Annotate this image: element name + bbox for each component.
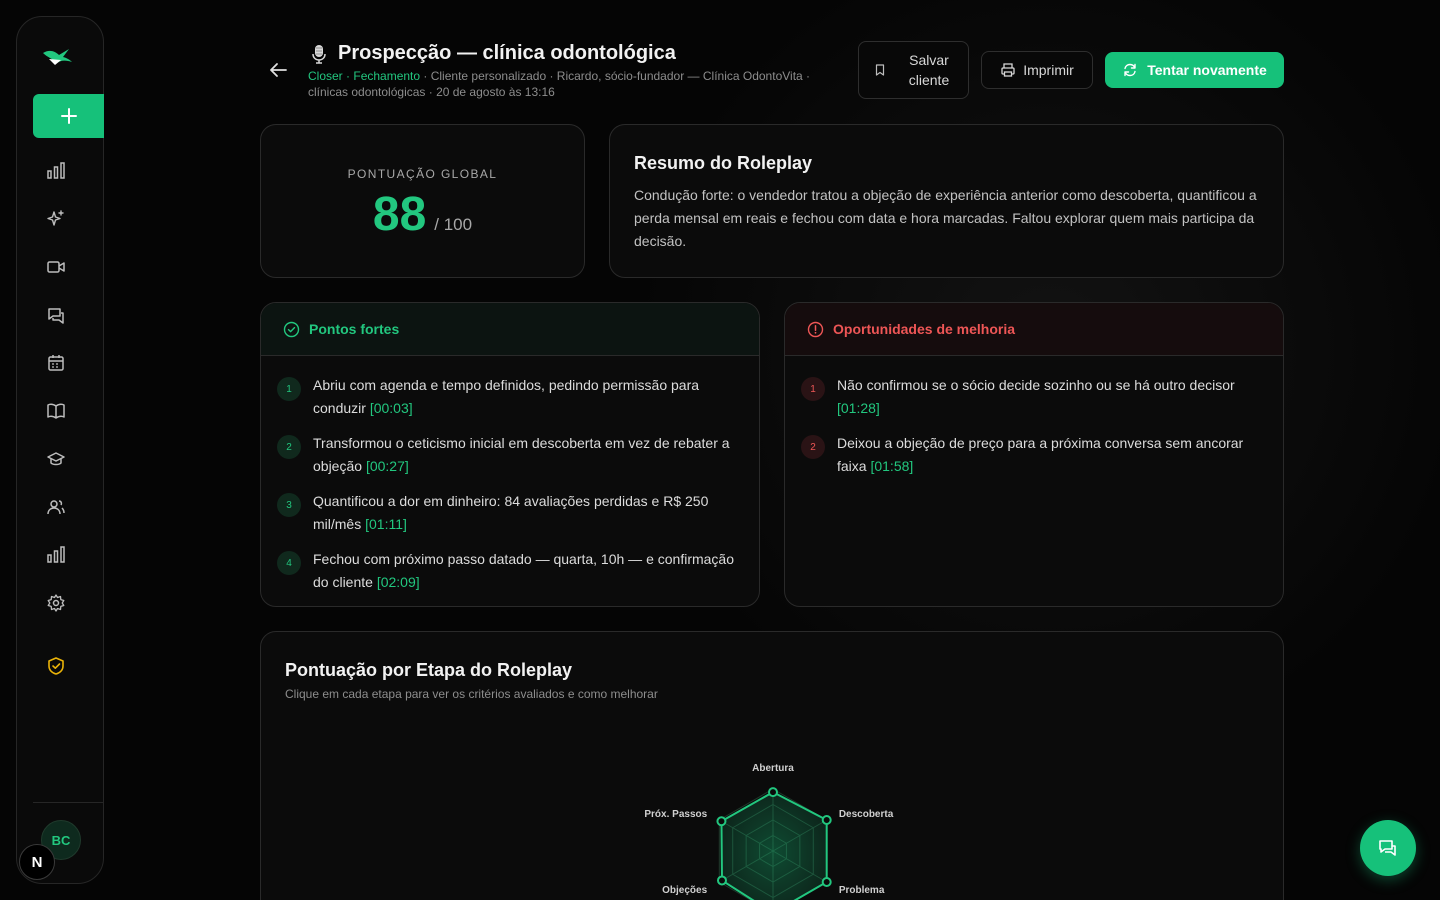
retry-label: Tentar novamente bbox=[1147, 62, 1267, 78]
radar-point-abertura[interactable] bbox=[768, 787, 778, 798]
sparkles-icon[interactable] bbox=[44, 207, 68, 231]
improvements-header: Oportunidades de melhoria bbox=[785, 303, 1283, 356]
save-client-button[interactable]: Salvar cliente bbox=[858, 41, 969, 99]
timestamp-link[interactable]: [01:58] bbox=[870, 458, 913, 474]
page-title: Prospecção — clínica odontológica bbox=[338, 42, 676, 64]
item-text: Fechou com próximo passo datado — quarta… bbox=[313, 548, 743, 594]
strengths-card: Pontos fortes 1 Abriu com agenda e tempo… bbox=[260, 302, 760, 607]
retry-button[interactable]: Tentar novamente bbox=[1105, 52, 1284, 88]
chat-bubble-icon bbox=[1379, 840, 1396, 856]
sidebar-divider bbox=[33, 802, 104, 803]
strengths-list: 1 Abriu com agenda e tempo definidos, pe… bbox=[261, 356, 759, 594]
improvements-card: Oportunidades de melhoria 1 Não confirmo… bbox=[784, 302, 1284, 607]
item-number: 3 bbox=[277, 493, 301, 517]
shield-check-icon[interactable] bbox=[44, 654, 68, 678]
item-number: 4 bbox=[277, 551, 301, 575]
timestamp-link[interactable]: [01:11] bbox=[365, 516, 407, 532]
radar-point-obje-es[interactable] bbox=[716, 875, 727, 886]
item-number: 2 bbox=[277, 435, 301, 459]
item-text: Quantificou a dor em dinheiro: 84 avalia… bbox=[313, 490, 743, 536]
timestamp-link[interactable]: [02:09] bbox=[377, 574, 420, 590]
list-item: 1 Não confirmou se o sócio decide sozinh… bbox=[801, 374, 1267, 420]
role-tag: Closer bbox=[308, 69, 343, 83]
plus-icon bbox=[60, 108, 77, 124]
global-score-max: / 100 bbox=[434, 215, 473, 234]
global-score-label: PONTUAÇÃO GLOBAL bbox=[347, 167, 498, 181]
timestamp-link[interactable]: [00:27] bbox=[366, 458, 409, 474]
radar-label-obje-es[interactable]: Objeções bbox=[662, 885, 707, 896]
improvements-list: 1 Não confirmou se o sócio decide sozinh… bbox=[785, 356, 1283, 478]
new-roleplay-button[interactable] bbox=[33, 94, 104, 138]
page-subtitle: Closer · Fechamento · Cliente personaliz… bbox=[308, 68, 848, 100]
dev-indicator-badge[interactable]: N bbox=[19, 844, 55, 880]
strengths-header: Pontos fortes bbox=[261, 303, 759, 356]
users-icon[interactable] bbox=[44, 495, 68, 519]
reports-icon[interactable] bbox=[44, 543, 68, 567]
radar-label-problema[interactable]: Problema bbox=[839, 885, 885, 896]
refresh-icon bbox=[1124, 63, 1136, 77]
summary-title: Resumo do Roleplay bbox=[634, 153, 813, 173]
alert-circle-icon bbox=[807, 321, 824, 337]
radar-point-descoberta[interactable] bbox=[821, 815, 832, 825]
item-text: Deixou a objeção de preço para a próxima… bbox=[837, 432, 1267, 478]
global-score-card: PONTUAÇÃO GLOBAL 88 / 100 bbox=[260, 124, 585, 278]
printer-icon bbox=[1001, 63, 1015, 77]
roleplay-summary-card: Resumo do Roleplay Condução forte: o ven… bbox=[609, 124, 1284, 278]
sidebar: BC N bbox=[16, 16, 104, 884]
settings-icon[interactable] bbox=[44, 591, 68, 615]
item-number: 2 bbox=[801, 435, 825, 459]
item-description: Não confirmou se o sócio decide sozinho … bbox=[837, 377, 1235, 393]
item-text: Abriu com agenda e tempo definidos, pedi… bbox=[313, 374, 743, 420]
check-circle-icon bbox=[283, 321, 300, 337]
list-item: 2 Deixou a objeção de preço para a próxi… bbox=[801, 432, 1267, 478]
global-score-value: 88 bbox=[372, 188, 427, 241]
item-number: 1 bbox=[801, 377, 825, 401]
graduation-cap-icon[interactable] bbox=[44, 447, 68, 471]
item-number: 1 bbox=[277, 377, 301, 401]
stage-score-card: Pontuação por Etapa do Roleplay Clique e… bbox=[260, 631, 1284, 900]
item-text: Transformou o ceticismo inicial em desco… bbox=[313, 432, 743, 478]
radar-point-pr-x-passos[interactable] bbox=[716, 816, 727, 827]
page-title-row: Prospecção — clínica odontológica bbox=[308, 42, 676, 65]
list-item: 4 Fechou com próximo passo datado — quar… bbox=[277, 548, 743, 594]
print-label: Imprimir bbox=[1023, 62, 1074, 78]
video-icon[interactable] bbox=[44, 255, 68, 279]
microphone-icon bbox=[308, 43, 330, 65]
logo-icon[interactable] bbox=[39, 43, 75, 71]
list-item: 3 Quantificou a dor em dinheiro: 84 aval… bbox=[277, 490, 743, 536]
radar-title: Pontuação por Etapa do Roleplay bbox=[285, 660, 573, 680]
radar-point-problema[interactable] bbox=[821, 877, 832, 887]
analytics-icon[interactable] bbox=[44, 159, 68, 183]
radar-series-area bbox=[720, 791, 828, 900]
chat-icon[interactable] bbox=[44, 303, 68, 327]
list-item: 2 Transformou o ceticismo inicial em des… bbox=[277, 432, 743, 478]
radar-chart[interactable]: Abertura Descoberta Problema Objeções Próx. … bbox=[631, 742, 931, 900]
chat-support-button[interactable] bbox=[1360, 820, 1416, 876]
radar-subtitle: Clique em cada etapa para ver os critéri… bbox=[285, 687, 658, 701]
radar-label-pr-x-passos[interactable]: Próx. Passos bbox=[644, 809, 707, 820]
list-item: 1 Abriu com agenda e tempo definidos, pe… bbox=[277, 374, 743, 420]
global-score-row: 88 / 100 bbox=[261, 187, 584, 242]
radar-label-abertura[interactable]: Abertura bbox=[752, 763, 794, 774]
timestamp-link[interactable]: [01:28] bbox=[837, 400, 880, 416]
tag-separator: · bbox=[342, 69, 354, 83]
stage-tag: Fechamento bbox=[353, 69, 421, 83]
print-button[interactable]: Imprimir bbox=[981, 51, 1093, 89]
back-arrow-icon[interactable] bbox=[266, 58, 290, 82]
improvements-title: Oportunidades de melhoria bbox=[833, 321, 1016, 337]
book-icon[interactable] bbox=[44, 399, 68, 423]
bookmark-icon bbox=[875, 64, 885, 76]
save-client-label: Salvar cliente bbox=[908, 52, 950, 88]
radar-label-descoberta[interactable]: Descoberta bbox=[839, 809, 894, 820]
calendar-icon[interactable] bbox=[44, 351, 68, 375]
timestamp-link[interactable]: [00:03] bbox=[370, 400, 413, 416]
item-text: Não confirmou se o sócio decide sozinho … bbox=[837, 374, 1267, 420]
summary-text: Condução forte: o vendedor tratou a obje… bbox=[634, 187, 1257, 249]
strengths-title: Pontos fortes bbox=[309, 321, 400, 337]
